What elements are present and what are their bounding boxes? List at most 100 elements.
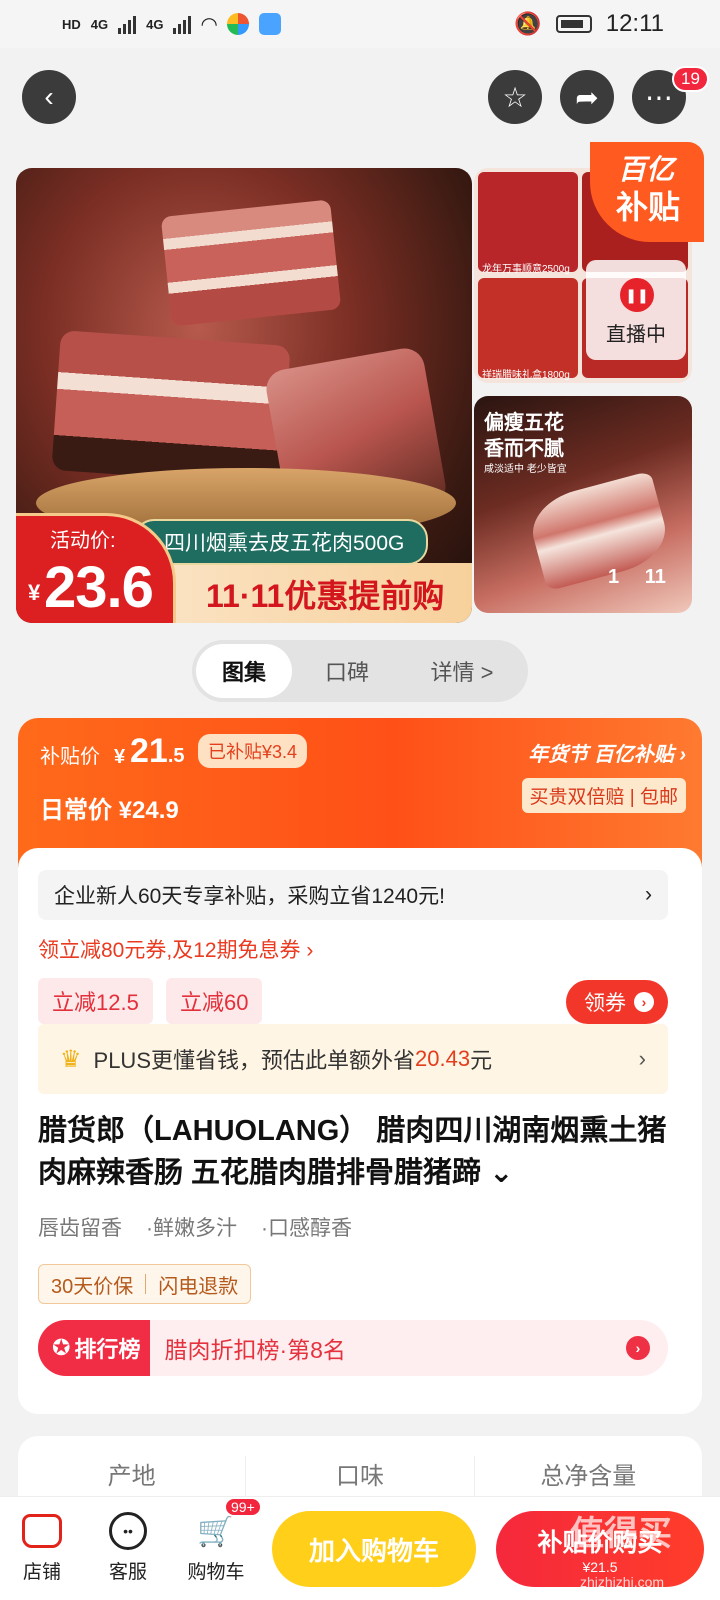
cart-count-badge: 99+ [224,1497,262,1517]
service-guarantees[interactable]: 30天价保 闪电退款 [38,1264,252,1304]
feature-tag: 唇齿留香 [38,1217,122,1240]
guarantee-fast-refund: 闪电退款 [158,1275,239,1298]
back-arrow-icon: ‹ [44,81,54,112]
plus-savings-bar[interactable]: ♛ PLUS更懂省钱，预估此单额外省 20.43 元 › [38,1024,668,1094]
daily-price: 日常价 ¥24.9 [40,797,179,824]
image-counter-current: 1 [608,566,620,588]
get-coupon-button[interactable]: 领券 › [566,980,668,1024]
product-title[interactable]: 腊货郎（LAHUOLANG） 腊肉四川湖南烟熏土猪肉麻辣香肠 五花腊肉腊排骨腊猪… [38,1110,678,1194]
share-icon: ➦ [575,81,599,113]
back-button[interactable]: ‹ [22,70,76,124]
status-bar: HD 4G 4G ◠ 🔕 12:11 [0,0,720,48]
spec-flavor: 口味 [335,1463,384,1490]
thumbnail-subcaption: 咸淡适中 老少皆宜 [484,464,567,475]
subsidy-price-label: 补贴价 [40,746,100,768]
chevron-right-icon: › [638,1046,646,1071]
thumbnail-caption: 祥瑞腊味礼盒1800g [482,370,570,381]
app-notification-icon [226,13,249,35]
chevron-right-icon: › [645,883,652,906]
gift-box-image [478,278,578,378]
promo-strip: 四川烟熏去皮五花肉500G 11·11优惠提前购 活动价: ¥ 23.6 [16,513,472,623]
message-count-badge: 19 [672,66,709,92]
cart-icon: 🛒 [197,1514,235,1548]
feature-tag: ·口感醇香 [261,1217,352,1240]
ranking-bar[interactable]: ✪ 排行榜 腊肉折扣榜·第8名 › [38,1320,668,1376]
image-counter: 1 11 [608,566,666,589]
store-button[interactable]: 店铺 [2,1497,82,1584]
gift-box-image [478,172,578,272]
buy-now-price: ¥21.5 [582,1559,618,1575]
coupon-link[interactable]: 领立减80元券,及12期免息券 › [38,934,313,964]
spec-net-weight: 总净含量 [540,1463,637,1490]
new-user-offer-bar[interactable]: 企业新人60天专享补贴，采购立省1240元! › [38,870,668,920]
spec-origin: 产地 [107,1463,156,1490]
product-features: 唇齿留香 ·鲜嫩多汁 ·口感醇香 [38,1212,352,1242]
ranking-badge-label: 排行榜 [74,1337,141,1362]
store-label: 店铺 [22,1562,61,1583]
tab-details[interactable]: 详情 > [402,644,522,698]
app-notification-icon-2 [258,13,281,35]
plus-savings-amount: 20.43 [415,1046,471,1071]
get-coupon-label: 领券 [584,992,626,1015]
promo-event-text: 11·11优惠提前购 [206,578,445,614]
promo-product-name: 四川烟熏去皮五花肉500G [134,519,429,565]
new-user-offer-text: 企业新人60天专享补贴，采购立省1240元! [54,885,445,908]
favorite-button[interactable]: ☆ [488,70,542,124]
thumbnail-caption: 龙年万事顺意2500g [482,264,570,275]
guarantee-price-protect: 30天价保 [51,1275,134,1298]
signal-icon-2 [173,14,192,34]
subsidy-price-currency: ¥ [114,746,126,768]
thumbnail-headline: 偏瘦五花 香而不腻 [484,412,564,460]
store-icon [22,1511,62,1551]
subsidy-price-dec: .5 [167,745,185,767]
crown-icon: ♛ [60,1045,82,1073]
signal-4g-label-2: 4G [146,16,164,32]
main-product-image[interactable]: 四川烟熏去皮五花肉500G 11·11优惠提前购 活动价: ¥ 23.6 [16,168,472,623]
live-stream-card[interactable]: ❚❚ 直播中 [586,260,686,360]
activity-price-badge: 活动价: ¥ 23.6 [16,513,176,623]
star-icon: ☆ [502,81,528,113]
wifi-icon: ◠ [201,13,217,36]
subsidy-amount-chip: 已补贴¥3.4 [198,734,308,768]
status-left: HD 4G 4G ◠ [62,12,281,37]
price-promise-tag: 买贵双倍赔 | 包邮 [521,778,686,813]
meat-slice-image [51,330,291,486]
live-label: 直播中 [606,324,666,346]
share-button[interactable]: ➦ [560,70,614,124]
tab-reviews[interactable]: 口碑 [292,644,402,698]
live-pause-icon: ❚❚ [620,278,654,312]
customer-service-label: 客服 [108,1562,147,1583]
meat-slice-image [160,199,342,327]
discount-tag[interactable]: 立减12.5 [38,978,153,1024]
subsidy-program-link[interactable]: 年货节 百亿补贴 › [528,738,686,767]
status-right: 🔕 12:11 [514,10,664,38]
offer-section: 企业新人60天专享补贴，采购立省1240元! › 领立减80元券,及12期免息券… [18,848,702,1414]
customer-service-button[interactable]: •• 客服 [88,1497,168,1584]
ranking-text: 腊肉折扣榜·第8名 [164,1337,346,1363]
discount-row: 立减12.5 立减60 领券 › [38,978,668,1028]
activity-price-value: 23.6 [44,555,154,620]
top-nav: ‹ ☆ ➦ ⋯ 19 [0,66,720,130]
chevron-right-icon: › [626,1336,650,1360]
image-counter-total: 11 [644,566,666,588]
price-card: 补贴价 ¥ 21.5 已补贴¥3.4 日常价 ¥24.9 年货节 百亿补贴 › … [18,718,702,1414]
chat-face-icon: •• [108,1511,148,1551]
plus-savings-unit: 元 [470,1048,493,1073]
product-gallery[interactable]: 四川烟熏去皮五花肉500G 11·11优惠提前购 活动价: ¥ 23.6 龙年万… [16,142,704,623]
discount-tag[interactable]: 立减60 [166,978,263,1024]
watermark-url: zhizhizhi.com [580,1574,665,1590]
plus-savings-text: PLUS更懂省钱，预估此单额外省 [93,1048,415,1073]
cart-button[interactable]: 🛒 99+ 购物车 [176,1497,262,1584]
gallery-tabs: 图集 口碑 详情 > [192,640,528,702]
tab-gallery[interactable]: 图集 [196,644,292,698]
clock: 12:11 [605,10,664,37]
subsidy-badge-line2: 补贴 [616,189,681,225]
signal-4g-label: 4G [90,16,109,32]
network-hd-label: HD [62,16,81,32]
ranking-badge: ✪ 排行榜 [38,1320,151,1376]
medal-icon: ✪ [52,1335,71,1360]
activity-price-currency: ¥ [28,580,41,605]
subsidy-price-value: 21.5 [130,732,185,771]
battery-icon [555,15,592,33]
add-to-cart-button[interactable]: 加入购物车 [272,1511,476,1587]
